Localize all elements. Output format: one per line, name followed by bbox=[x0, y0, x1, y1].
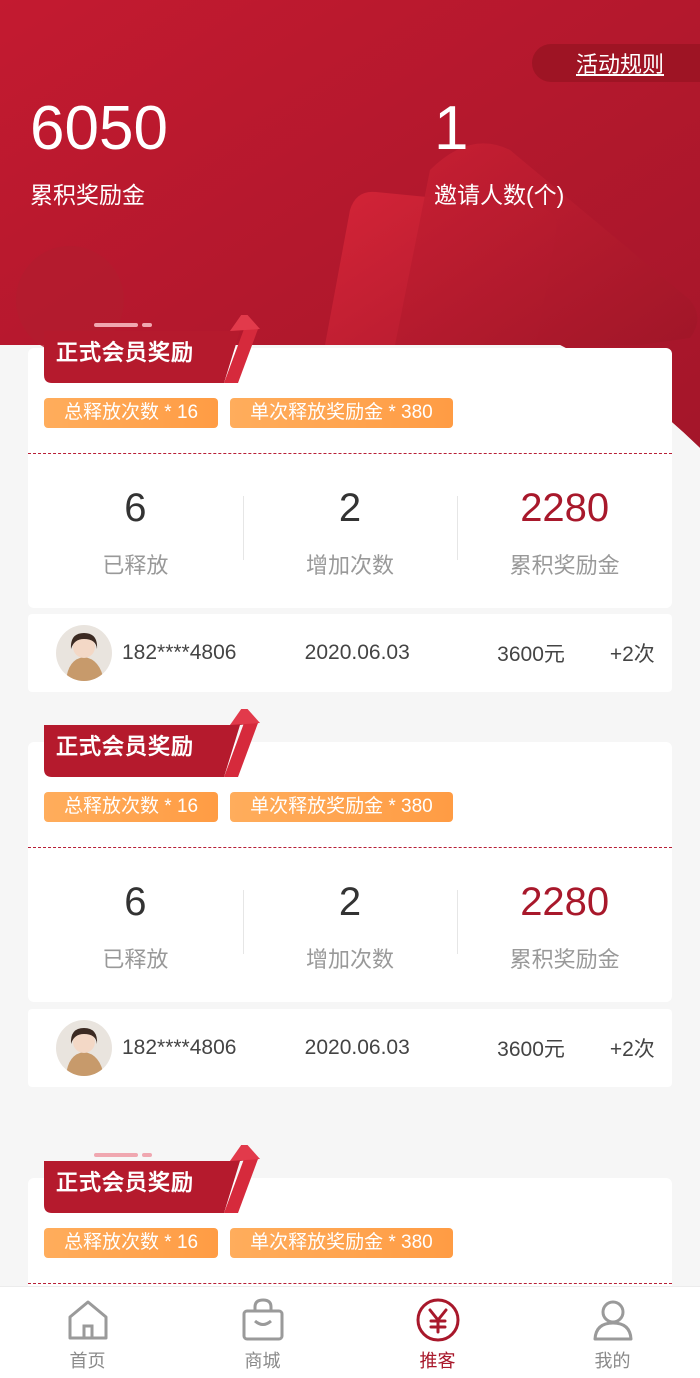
single-release-tag: 单次释放奖励金 * 380 bbox=[230, 792, 453, 822]
released-label: 已释放 bbox=[102, 553, 169, 578]
tab-mall[interactable]: 商城 bbox=[175, 1287, 350, 1378]
record-count: +2次 bbox=[609, 1038, 655, 1061]
total-reward-stat: 6050 累积奖励金 bbox=[30, 98, 168, 210]
released-value: 6 bbox=[124, 486, 147, 530]
reward-card: 正式会员奖励 总释放次数 * 16 单次释放奖励金 * 380 6 已释放 2 … bbox=[28, 311, 672, 608]
record-amount: 3600元 bbox=[497, 1038, 565, 1061]
accumulated-label: 累积奖励金 bbox=[509, 553, 620, 578]
invite-count-value: 1 bbox=[434, 94, 469, 163]
total-release-tag: 总释放次数 * 16 bbox=[44, 792, 219, 822]
total-reward-value: 6050 bbox=[30, 94, 168, 163]
total-release-tag: 总释放次数 * 16 bbox=[44, 1228, 219, 1258]
tab-mall-label: 商城 bbox=[244, 1351, 281, 1371]
accumulated-value: 2280 bbox=[520, 486, 610, 530]
dashed-divider bbox=[28, 1283, 672, 1284]
home-icon bbox=[68, 1300, 107, 1340]
card-title: 正式会员奖励 bbox=[56, 734, 195, 759]
added-label: 增加次数 bbox=[306, 947, 395, 972]
accumulated-value: 2280 bbox=[520, 880, 610, 924]
added-value: 2 bbox=[338, 486, 362, 530]
yuan-icon bbox=[416, 1298, 459, 1342]
total-release-tag: 总释放次数 * 16 bbox=[44, 398, 219, 428]
invite-count-label: 邀请人数(个) bbox=[434, 182, 565, 208]
single-release-tag: 单次释放奖励金 * 380 bbox=[230, 398, 453, 428]
card-tags: 总释放次数 * 16 单次释放奖励金 * 380 bbox=[44, 792, 453, 822]
card-stats: 6 已释放 2 增加次数 2280 累积奖励金 bbox=[28, 880, 672, 990]
record-count: +2次 bbox=[609, 643, 655, 666]
accumulated-stat: 2280 累积奖励金 bbox=[457, 880, 672, 990]
added-label: 增加次数 bbox=[306, 553, 395, 578]
card-tags: 总释放次数 * 16 单次释放奖励金 * 380 bbox=[44, 1228, 453, 1258]
released-label: 已释放 bbox=[102, 947, 169, 972]
released-stat: 6 已释放 bbox=[28, 486, 243, 596]
tab-promoter[interactable]: 推客 bbox=[350, 1287, 525, 1378]
tab-home[interactable]: 首页 bbox=[0, 1287, 175, 1378]
released-stat: 6 已释放 bbox=[28, 880, 243, 990]
tab-home-label: 首页 bbox=[69, 1351, 106, 1371]
invite-record-row[interactable]: 182****4806 2020.06.03 3600元 +2次 bbox=[28, 1009, 672, 1087]
shopping-bag-icon bbox=[242, 1298, 283, 1341]
card-title: 正式会员奖励 bbox=[56, 340, 195, 365]
card-tags: 总释放次数 * 16 单次释放奖励金 * 380 bbox=[44, 398, 453, 428]
user-icon bbox=[593, 1300, 632, 1341]
card-ribbon: 正式会员奖励 bbox=[44, 1141, 274, 1217]
tab-mine[interactable]: 我的 bbox=[525, 1287, 700, 1378]
reward-card: 正式会员奖励 总释放次数 * 16 单次释放奖励金 * 380 6 已释放 2 … bbox=[28, 705, 672, 1002]
total-reward-label: 累积奖励金 bbox=[30, 182, 145, 208]
activity-rules-button[interactable]: 活动规则 bbox=[532, 44, 700, 82]
added-stat: 2 增加次数 bbox=[242, 486, 458, 596]
record-date: 2020.06.03 bbox=[304, 1036, 410, 1059]
single-release-tag: 单次释放奖励金 * 380 bbox=[230, 1228, 453, 1258]
record-phone: 182****4806 bbox=[122, 641, 237, 664]
card-title: 正式会员奖励 bbox=[56, 1170, 195, 1195]
bottom-tab-bar: 首页 商城 推客 我的 bbox=[0, 1286, 700, 1378]
record-phone: 182****4806 bbox=[122, 1036, 237, 1059]
card-stats: 6 已释放 2 增加次数 2280 累积奖励金 bbox=[28, 486, 672, 596]
invite-record-row[interactable]: 182****4806 2020.06.03 3600元 +2次 bbox=[28, 614, 672, 692]
invite-count-stat: 1 邀请人数(个) bbox=[434, 98, 564, 210]
tab-promoter-label: 推客 bbox=[419, 1351, 456, 1371]
avatar bbox=[56, 625, 112, 681]
record-date: 2020.06.03 bbox=[304, 641, 410, 664]
dashed-divider bbox=[28, 453, 672, 454]
tab-mine-label: 我的 bbox=[594, 1351, 631, 1371]
record-amount: 3600元 bbox=[497, 643, 565, 666]
added-stat: 2 增加次数 bbox=[242, 880, 458, 990]
dashed-divider bbox=[28, 847, 672, 848]
accumulated-label: 累积奖励金 bbox=[509, 947, 620, 972]
card-ribbon: 正式会员奖励 bbox=[44, 705, 274, 781]
accumulated-stat: 2280 累积奖励金 bbox=[457, 486, 672, 596]
avatar bbox=[56, 1020, 112, 1076]
card-ribbon: 正式会员奖励 bbox=[44, 311, 274, 387]
released-value: 6 bbox=[124, 880, 147, 924]
added-value: 2 bbox=[338, 880, 362, 924]
